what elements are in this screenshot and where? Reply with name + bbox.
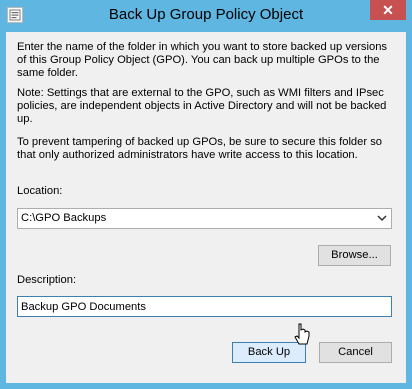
location-label: Location: xyxy=(17,185,63,197)
dialog-body: Enter the name of the folder in which yo… xyxy=(6,32,406,383)
mouse-cursor-icon xyxy=(294,323,310,345)
cancel-button[interactable]: Cancel xyxy=(319,342,392,363)
location-combobox[interactable]: C:\GPO Backups xyxy=(17,208,392,229)
location-value: C:\GPO Backups xyxy=(21,212,107,224)
description-input[interactable] xyxy=(17,296,392,317)
close-button[interactable]: ✕ xyxy=(370,0,406,20)
intro-text: Enter the name of the folder in which yo… xyxy=(17,41,388,79)
title-bar[interactable]: Back Up Group Policy Object ✕ xyxy=(0,0,412,32)
description-label: Description: xyxy=(17,274,77,286)
browse-button[interactable]: Browse... xyxy=(318,245,391,266)
dialog-title: Back Up Group Policy Object xyxy=(108,6,304,23)
dialog-window: Back Up Group Policy Object ✕ Enter the … xyxy=(0,0,412,389)
chevron-down-icon[interactable] xyxy=(376,211,388,225)
close-icon: ✕ xyxy=(382,2,394,18)
note-text: Note: Settings that are external to the … xyxy=(17,87,387,125)
security-text: To prevent tampering of backed up GPOs, … xyxy=(17,136,383,161)
